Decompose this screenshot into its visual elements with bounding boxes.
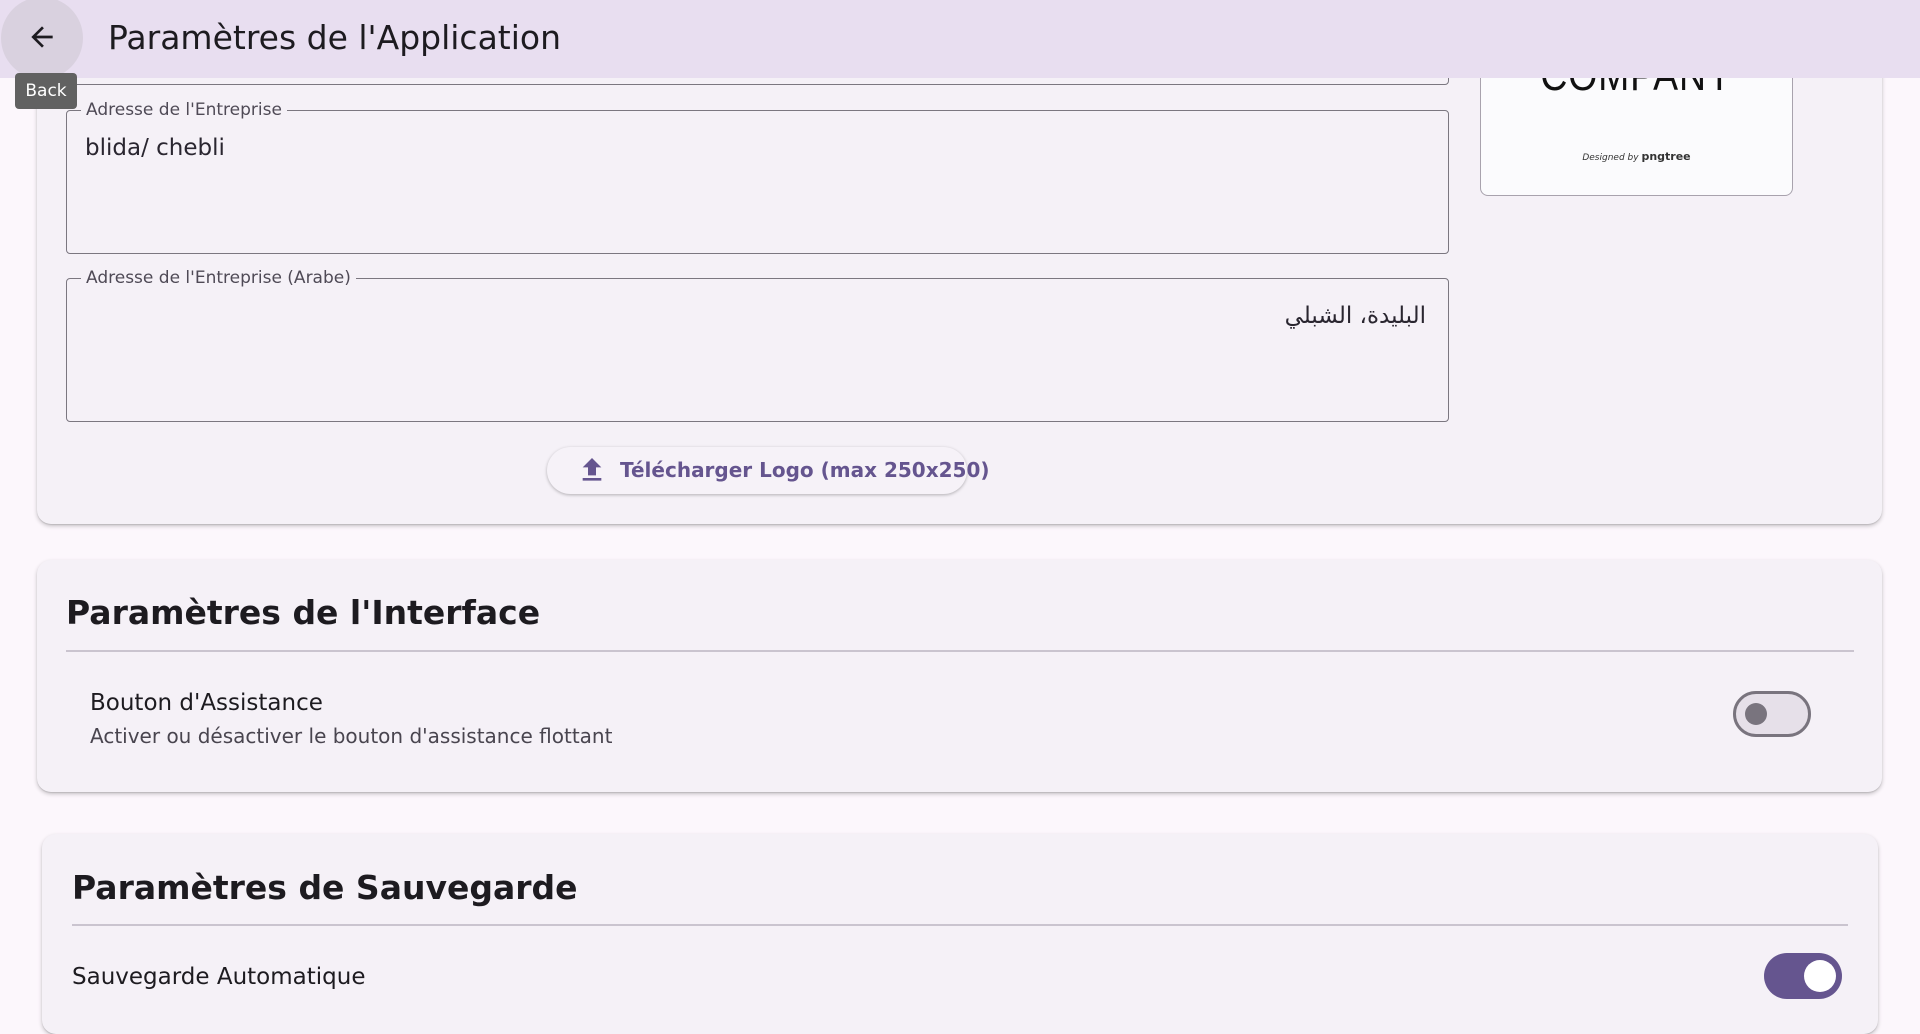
company-address-field[interactable]: Adresse de l'Entreprise blida/ chebli bbox=[66, 100, 1449, 254]
assist-button-subtitle: Activer ou désactiver le bouton d'assist… bbox=[90, 724, 613, 748]
backup-divider bbox=[72, 924, 1848, 926]
auto-backup-title: Sauvegarde Automatique bbox=[72, 964, 366, 990]
upload-logo-button[interactable]: Télécharger Logo (max 250x250) bbox=[547, 447, 990, 494]
assist-button-toggle[interactable] bbox=[1733, 691, 1811, 737]
logo-credit: Designed by pngtree bbox=[1481, 150, 1792, 163]
assist-button-setting[interactable]: Bouton d'Assistance Activer ou désactive… bbox=[66, 660, 1854, 770]
page-title: Paramètres de l'Application bbox=[108, 18, 562, 57]
company-card: Adresse de l'Entreprise blida/ chebli Ad… bbox=[37, 10, 1882, 524]
company-address-value: blida/ chebli bbox=[85, 135, 225, 161]
interface-divider bbox=[66, 650, 1854, 652]
company-address-arabic-value: البليدة، الشبلي bbox=[1284, 303, 1426, 329]
assist-toggle-thumb bbox=[1745, 703, 1767, 725]
upload-icon bbox=[582, 458, 602, 481]
backup-settings-card: Paramètres de Sauvegarde Sauvegarde Auto… bbox=[42, 834, 1878, 1034]
auto-backup-toggle-thumb bbox=[1804, 960, 1836, 992]
backup-section-title: Paramètres de Sauvegarde bbox=[72, 868, 578, 907]
app-bar: Paramètres de l'Application bbox=[0, 0, 1920, 79]
company-address-arabic-field[interactable]: Adresse de l'Entreprise (Arabe) البليدة،… bbox=[66, 268, 1449, 422]
assist-button-title: Bouton d'Assistance bbox=[90, 690, 323, 716]
auto-backup-toggle[interactable] bbox=[1764, 953, 1842, 999]
back-tooltip: Back bbox=[15, 73, 77, 109]
interface-section-title: Paramètres de l'Interface bbox=[66, 593, 541, 632]
back-button[interactable] bbox=[1, 0, 83, 79]
logo-credit-prefix: Designed by bbox=[1582, 153, 1639, 163]
arrow-left-icon bbox=[31, 26, 53, 48]
upload-logo-label: Télécharger Logo (max 250x250) bbox=[620, 458, 990, 482]
company-address-label: Adresse de l'Entreprise bbox=[81, 100, 287, 120]
logo-credit-brand: pngtree bbox=[1641, 150, 1691, 163]
company-address-arabic-label: Adresse de l'Entreprise (Arabe) bbox=[81, 268, 356, 288]
interface-settings-card: Paramètres de l'Interface Bouton d'Assis… bbox=[37, 560, 1882, 792]
